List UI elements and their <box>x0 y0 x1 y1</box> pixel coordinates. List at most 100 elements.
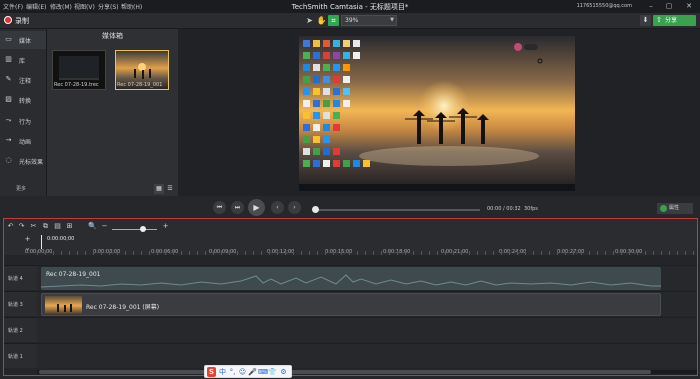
hand-tool-icon[interactable]: ✋ <box>316 15 327 26</box>
chevron-down-icon: ▼ <box>390 17 394 23</box>
behavior-icon: ⤳ <box>5 116 12 124</box>
sidebar-item-label: 库 <box>19 58 26 65</box>
clip-label: Rec 07-28-19_001 <box>46 271 101 278</box>
zoom-in-icon[interactable]: + <box>161 222 170 231</box>
play-button[interactable]: ▶ <box>248 199 265 216</box>
minimize-icon[interactable]: – <box>644 1 658 12</box>
timeline-toolbar: ↶ ↷ ✂ ⧉ ▤ ⊞ 🔍 − + <box>4 219 697 233</box>
timeline-zoom-slider[interactable] <box>112 229 157 230</box>
fps-readout: 30fps <box>524 206 538 212</box>
record-icon[interactable] <box>4 16 12 24</box>
grid-view-icon[interactable]: ▦ <box>154 184 164 194</box>
zoom-out-icon[interactable]: − <box>100 222 109 231</box>
ime-logo-icon[interactable]: S <box>207 367 216 377</box>
sidebar-item-transitions[interactable]: ▨ 转换 <box>0 91 46 109</box>
rewind-icon[interactable]: ⏭ <box>231 201 244 214</box>
track-row-3[interactable]: Rec 07-28-19_001 (屏幕) <box>37 291 697 316</box>
ime-language-toggle[interactable]: 中 <box>218 367 227 377</box>
menu-share[interactable]: 分享(S) <box>98 2 119 11</box>
share-icon: ⇧ <box>656 16 662 24</box>
undo-icon[interactable]: ↶ <box>6 222 15 231</box>
redo-icon[interactable]: ↷ <box>17 222 26 231</box>
tool-sidebar: ▭ 媒体 ▥ 库 ✎ 注释 ▨ 转换 ⤳ 行为 → 动画 ◌ 光标效果 更多 + <box>0 29 56 196</box>
cursor-tool-icon[interactable]: ➤ <box>304 15 315 26</box>
menu-help[interactable]: 帮助(H) <box>121 2 142 11</box>
share-button[interactable]: ⇧ 分享 <box>653 15 696 26</box>
playhead-time: 0:00:00;00 <box>47 236 75 242</box>
more-button[interactable]: 更多 <box>0 183 46 195</box>
next-icon[interactable]: › <box>288 201 301 214</box>
track-header-2[interactable]: 轨道 2 <box>4 317 37 342</box>
track-row-4[interactable]: Rec 07-28-19_001 <box>37 265 697 290</box>
library-icon: ▥ <box>5 55 12 63</box>
toolbar: 录制 ➤ ✋ ⌗ 39% ▼ ⬇ ⇧ 分享 <box>0 13 700 29</box>
sidebar-item-library[interactable]: ▥ 库 <box>0 51 46 69</box>
sidebar-item-cursor-effects[interactable]: ◌ 光标效果 <box>0 152 46 170</box>
add-track-icon[interactable]: + <box>23 235 32 244</box>
maximize-icon[interactable]: ▢ <box>662 1 676 12</box>
track-header-4[interactable]: 轨道 4 <box>4 265 37 290</box>
previous-icon[interactable]: ‹ <box>271 201 284 214</box>
menu-edit[interactable]: 编辑(E) <box>26 2 46 11</box>
sidebar-item-animations[interactable]: → 动画 <box>0 132 46 150</box>
sidebar-item-annotations[interactable]: ✎ 注释 <box>0 71 46 89</box>
step-back-icon[interactable]: ⏮ <box>213 201 226 214</box>
audio-waveform <box>41 274 661 288</box>
zoom-search-icon[interactable]: 🔍 <box>88 222 97 231</box>
ime-emoji-icon[interactable]: ☺ <box>238 367 247 377</box>
copy-icon[interactable]: ⧉ <box>41 222 50 231</box>
ime-punctuation-icon[interactable]: °, <box>228 367 237 377</box>
more-label: 更多 <box>16 186 27 192</box>
sidebar-item-label: 动画 <box>19 139 32 146</box>
desktop-preview-image <box>299 36 575 191</box>
timeline-ruler[interactable]: 0:00:00;00 0:00:00;00 0:00:03;00 0:00:06… <box>25 233 697 255</box>
sidebar-item-media[interactable]: ▭ 媒体 <box>0 31 46 49</box>
timeline-scrollbar-thumb[interactable] <box>39 370 651 374</box>
properties-button[interactable]: 属性 <box>657 203 693 214</box>
track-label: 轨道 4 <box>8 276 23 282</box>
ime-voice-icon[interactable]: 🎤 <box>248 367 257 377</box>
ime-skin-icon[interactable]: 👕 <box>268 367 277 377</box>
ime-keyboard-icon[interactable]: ⌨ <box>258 367 268 377</box>
media-bin-title: 媒体箱 <box>102 32 123 40</box>
track-row-2[interactable] <box>37 317 697 342</box>
properties-icon <box>660 205 667 212</box>
paste-icon[interactable]: ▤ <box>53 222 62 231</box>
record-button[interactable]: 录制 <box>15 16 29 26</box>
preview-canvas[interactable] <box>299 36 575 191</box>
close-icon[interactable]: ✕ <box>682 1 696 12</box>
menu-view[interactable]: 视图(V) <box>74 2 95 11</box>
title-bar: 文件(F) 编辑(E) 修改(M) 视图(V) 分享(S) 帮助(H) Tech… <box>0 0 700 13</box>
share-label: 分享 <box>665 17 678 24</box>
audio-clip[interactable]: Rec 07-28-19_001 <box>41 267 661 290</box>
track-header-3[interactable]: 轨道 3 <box>4 291 37 316</box>
scrub-track[interactable] <box>315 209 480 211</box>
ime-settings-icon[interactable]: ⚙ <box>279 367 288 377</box>
menu-modify[interactable]: 修改(M) <box>50 2 72 11</box>
crop-tool-icon[interactable]: ⌗ <box>328 15 339 26</box>
cursor-effect-icon: ◌ <box>5 156 12 164</box>
clip-thumbnail <box>45 296 82 315</box>
timeline-scrollbar[interactable] <box>37 370 697 374</box>
time-readout: 00:00 / 00:32 <box>487 206 521 212</box>
menu-file[interactable]: 文件(F) <box>3 2 23 11</box>
video-clip[interactable]: Rec 07-28-19_001 (屏幕) <box>41 293 661 316</box>
timeline-zoom-handle[interactable] <box>140 226 146 232</box>
canvas-area <box>178 29 700 196</box>
track-header-1[interactable]: 轨道 1 <box>4 343 37 368</box>
track-row-1[interactable] <box>37 343 697 368</box>
timeline: ↶ ↷ ✂ ⧉ ▤ ⊞ 🔍 − + + ⌄ 0:00:00;00 0:00:00… <box>3 218 698 376</box>
clip-label: Rec 07-28-19_001 (屏幕) <box>86 304 160 311</box>
cut-icon[interactable]: ✂ <box>29 222 38 231</box>
split-icon[interactable]: ⊞ <box>65 222 74 231</box>
zoom-select[interactable]: 39% ▼ <box>341 15 397 26</box>
scrub-handle[interactable] <box>312 206 319 213</box>
track-label: 轨道 1 <box>8 354 23 360</box>
download-icon[interactable]: ⬇ <box>640 15 651 26</box>
animation-icon: → <box>5 136 12 144</box>
sidebar-item-behaviors[interactable]: ⤳ 行为 <box>0 112 46 130</box>
account-email[interactable]: 1176515550@qq.com <box>577 3 632 9</box>
list-view-icon[interactable]: ☰ <box>165 184 175 194</box>
zoom-value: 39% <box>345 17 359 24</box>
playhead[interactable] <box>41 235 42 249</box>
